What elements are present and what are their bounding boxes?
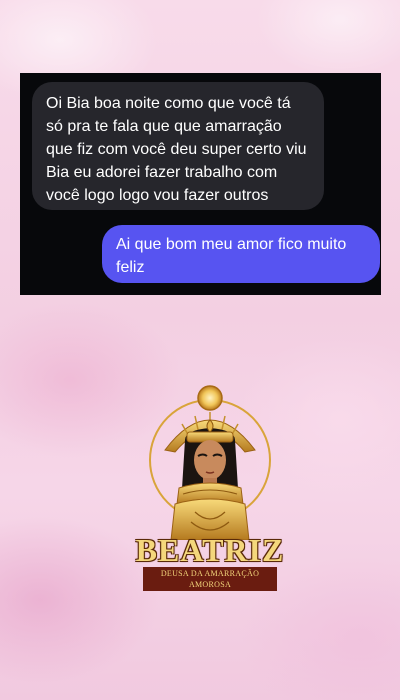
incoming-message-bubble: Oi Bia boa noite como que você tá só pra… bbox=[32, 82, 324, 210]
brand-logo: BEATRIZ DEUSA DA AMARRAÇÃO AMOROSA bbox=[135, 380, 285, 591]
goddess-illustration-icon bbox=[149, 385, 271, 540]
brand-tagline: DEUSA DA AMARRAÇÃO AMOROSA bbox=[143, 567, 277, 591]
chat-screenshot: Oi Bia boa noite como que você tá só pra… bbox=[20, 73, 381, 295]
brand-name: BEATRIZ bbox=[135, 532, 285, 568]
incoming-message-text: Oi Bia boa noite como que você tá só pra… bbox=[46, 95, 307, 204]
outgoing-message-text: Ai que bom meu amor fico muito feliz bbox=[116, 236, 347, 276]
outgoing-message-bubble: Ai que bom meu amor fico muito feliz bbox=[102, 225, 380, 283]
